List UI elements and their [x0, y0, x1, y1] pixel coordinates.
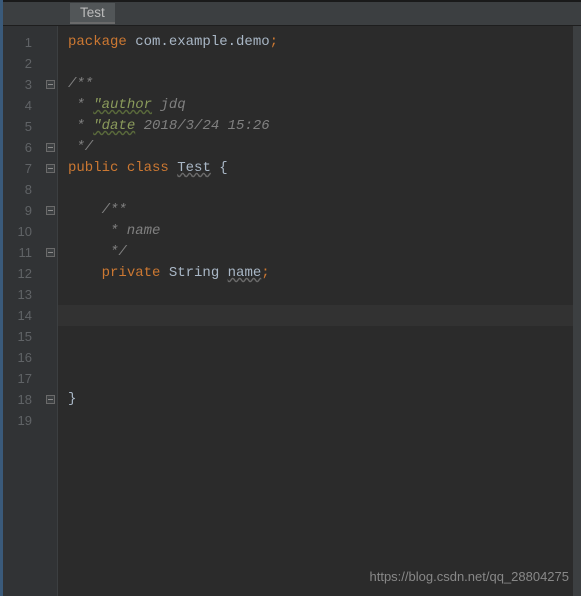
- code-line: * name: [68, 221, 581, 242]
- fold-close-icon[interactable]: [46, 395, 55, 404]
- code-line: [68, 284, 581, 305]
- line-number: 15: [0, 326, 32, 347]
- code-line: [68, 368, 581, 389]
- line-number: 17: [0, 368, 32, 389]
- code-line: package com.example.demo;: [68, 32, 581, 53]
- code-editor[interactable]: 1 2 3 4 5 6 7 8 9 10 11 12 13 14 15 16 1…: [0, 26, 581, 596]
- code-line: /**: [68, 200, 581, 221]
- code-line: * "date 2018/3/24 15:26: [68, 116, 581, 137]
- line-number: 12: [0, 263, 32, 284]
- fold-close-icon[interactable]: [46, 248, 55, 257]
- line-number: 19: [0, 410, 32, 431]
- line-number: 5: [0, 116, 32, 137]
- fold-open-icon[interactable]: [46, 80, 55, 89]
- tab-test[interactable]: Test: [70, 3, 115, 24]
- fold-open-icon[interactable]: [46, 206, 55, 215]
- watermark-text: https://blog.csdn.net/qq_28804275: [370, 569, 570, 584]
- fold-open-icon[interactable]: [46, 164, 55, 173]
- line-number: 3: [0, 74, 32, 95]
- line-number: 6: [0, 137, 32, 158]
- code-line: * "author jdq: [68, 95, 581, 116]
- code-line: [68, 53, 581, 74]
- line-number: 9: [0, 200, 32, 221]
- code-line: [68, 326, 581, 347]
- fold-close-icon[interactable]: [46, 143, 55, 152]
- code-line: [68, 347, 581, 368]
- line-number: 8: [0, 179, 32, 200]
- code-line: private String name;: [68, 263, 581, 284]
- code-line-current: [58, 305, 581, 326]
- code-line: */: [68, 137, 581, 158]
- fold-column: [44, 26, 58, 596]
- line-number: 1: [0, 32, 32, 53]
- code-line: }: [68, 389, 581, 410]
- code-area[interactable]: package com.example.demo; /** * "author …: [58, 26, 581, 596]
- line-number: 18: [0, 389, 32, 410]
- line-number: 16: [0, 347, 32, 368]
- line-number: 10: [0, 221, 32, 242]
- code-line: */: [68, 242, 581, 263]
- line-gutter: 1 2 3 4 5 6 7 8 9 10 11 12 13 14 15 16 1…: [0, 26, 44, 596]
- code-line: /**: [68, 74, 581, 95]
- line-number: 4: [0, 95, 32, 116]
- code-line: public class Test {: [68, 158, 581, 179]
- code-line: [68, 410, 581, 431]
- vertical-scrollbar[interactable]: [573, 26, 581, 596]
- line-number: 2: [0, 53, 32, 74]
- tab-bar: Test: [0, 2, 581, 26]
- code-line: [68, 179, 581, 200]
- line-number: 11: [0, 242, 32, 263]
- line-number: 14: [0, 305, 32, 326]
- line-number: 13: [0, 284, 32, 305]
- line-number: 7: [0, 158, 32, 179]
